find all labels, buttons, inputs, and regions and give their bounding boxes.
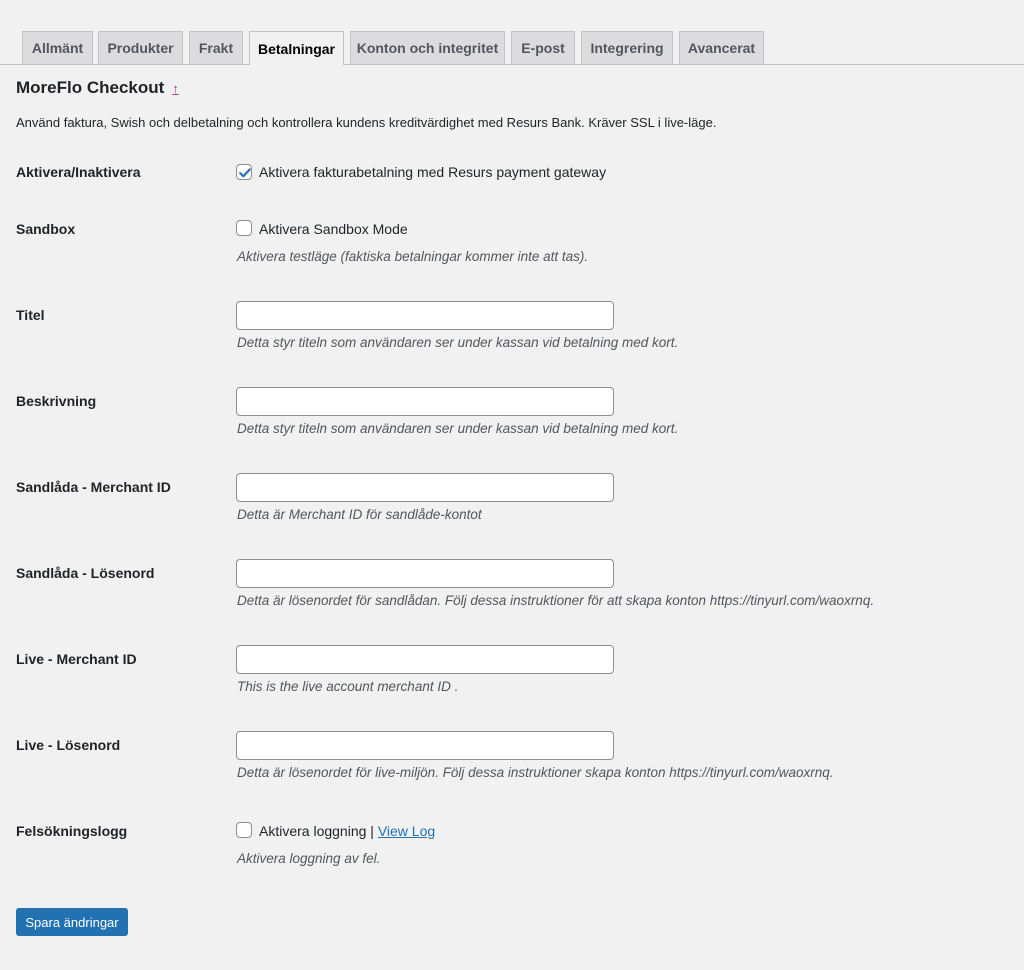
section-description: Använd faktura, Swish och delbetalning o… [16,115,717,130]
live-merchant-id-description: This is the live account merchant ID . [237,679,459,694]
tab-konton-och-integritet[interactable]: Konton och integritet [350,31,505,64]
save-changes-button[interactable]: Spara ändringar [16,908,128,936]
checkmark-icon [239,168,251,178]
live-password-label: Live - Lösenord [16,737,121,753]
live-password-input[interactable] [236,731,614,760]
live-merchant-id-label: Live - Merchant ID [16,651,137,667]
sandbox-checkbox-label[interactable]: Aktivera Sandbox Mode [259,221,408,237]
description-description: Detta styr titeln som användaren ser und… [237,421,679,436]
section-title-row: MoreFlo Checkout ↑ [16,78,179,98]
tab-betalningar[interactable]: Betalningar [249,31,344,65]
tabs-divider [0,64,1024,65]
title-input[interactable] [236,301,614,330]
page-title: MoreFlo Checkout [16,78,165,97]
title-description: Detta styr titeln som användaren ser und… [237,335,679,350]
sandbox-description: Aktivera testläge (faktiska betalningar … [237,249,589,264]
enable-checkbox-label[interactable]: Aktivera fakturabetalning med Resurs pay… [259,164,606,180]
tab-e-post[interactable]: E-post [511,31,575,64]
sandbox-password-input[interactable] [236,559,614,588]
arrow-up-icon[interactable]: ↑ [172,82,179,95]
tab-avancerat[interactable]: Avancerat [679,31,764,64]
sandbox-merchant-id-label: Sandlåda - Merchant ID [16,479,171,495]
enable-checkbox[interactable] [236,164,252,180]
live-merchant-id-input[interactable] [236,645,614,674]
title-label: Titel [16,307,45,323]
description-label: Beskrivning [16,393,97,409]
tab-frakt[interactable]: Frakt [189,31,243,64]
live-password-description: Detta är lösenordet för live-miljön. Föl… [237,765,834,780]
sandbox-label: Sandbox [16,221,76,237]
tab-allmant[interactable]: Allmänt [22,31,93,64]
sandbox-merchant-id-description: Detta är Merchant ID för sandlåde-kontot [237,507,482,522]
tab-produkter[interactable]: Produkter [98,31,183,64]
sandbox-merchant-id-input[interactable] [236,473,614,502]
sandbox-password-label: Sandlåda - Lösenord [16,565,155,581]
settings-tabs: Allmänt Produkter Frakt Betalningar Kont… [0,0,1024,65]
enable-label: Aktivera/Inaktivera [16,164,141,180]
sandbox-checkbox[interactable] [236,220,252,236]
debug-log-checkbox-label[interactable]: Aktivera loggning | [259,823,374,839]
debug-log-label: Felsökningslogg [16,823,128,839]
debug-log-description: Aktivera loggning av fel. [237,851,381,866]
debug-log-checkbox-label-row: Aktivera loggning | View Log [259,823,435,839]
debug-log-checkbox[interactable] [236,822,252,838]
sandbox-password-description: Detta är lösenordet för sandlådan. Följ … [237,593,875,608]
description-input[interactable] [236,387,614,416]
tab-integrering[interactable]: Integrering [581,31,673,64]
view-log-link[interactable]: View Log [378,823,435,839]
